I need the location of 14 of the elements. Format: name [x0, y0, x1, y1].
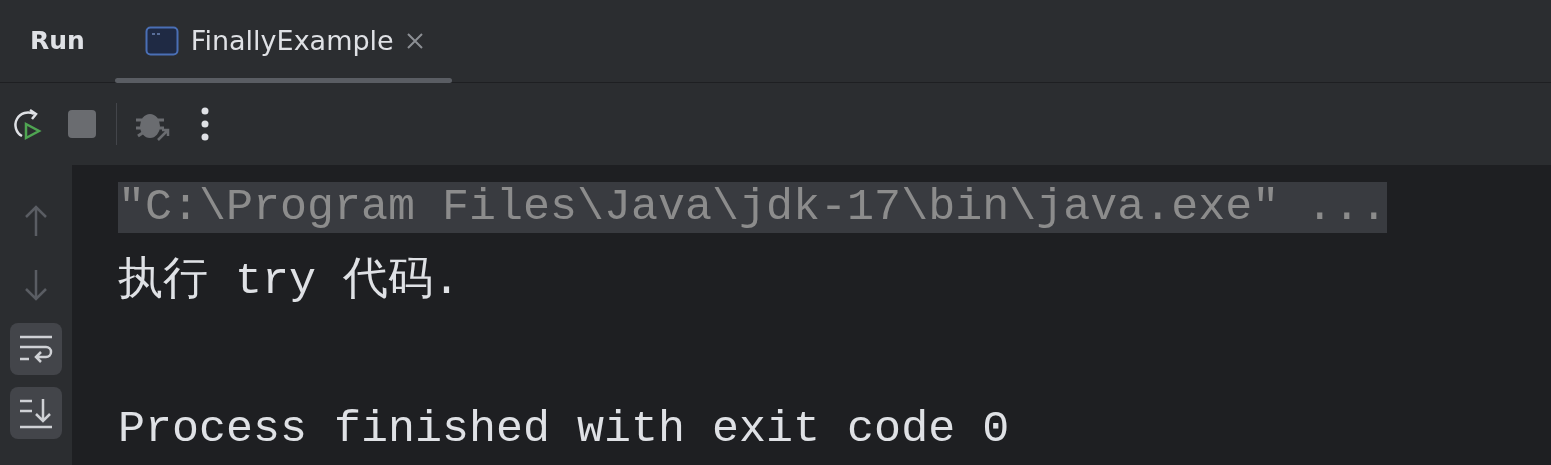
soft-wrap-icon	[19, 333, 53, 365]
console-output: 执行 try 代码.	[118, 256, 461, 307]
arrow-up-icon	[24, 205, 48, 237]
soft-wrap-button[interactable]	[10, 323, 62, 375]
panel-title: Run	[29, 25, 86, 58]
window-icon	[144, 26, 179, 56]
close-icon[interactable]	[405, 32, 424, 50]
run-tab[interactable]: FinallyExample	[114, 0, 452, 83]
scroll-to-end-button[interactable]	[10, 387, 62, 439]
more-icon	[201, 107, 209, 141]
scroll-to-end-icon	[19, 397, 53, 429]
stop-icon	[67, 109, 97, 139]
arrow-down-icon	[24, 269, 48, 301]
console-output: Process finished with exit code 0	[118, 404, 1010, 455]
